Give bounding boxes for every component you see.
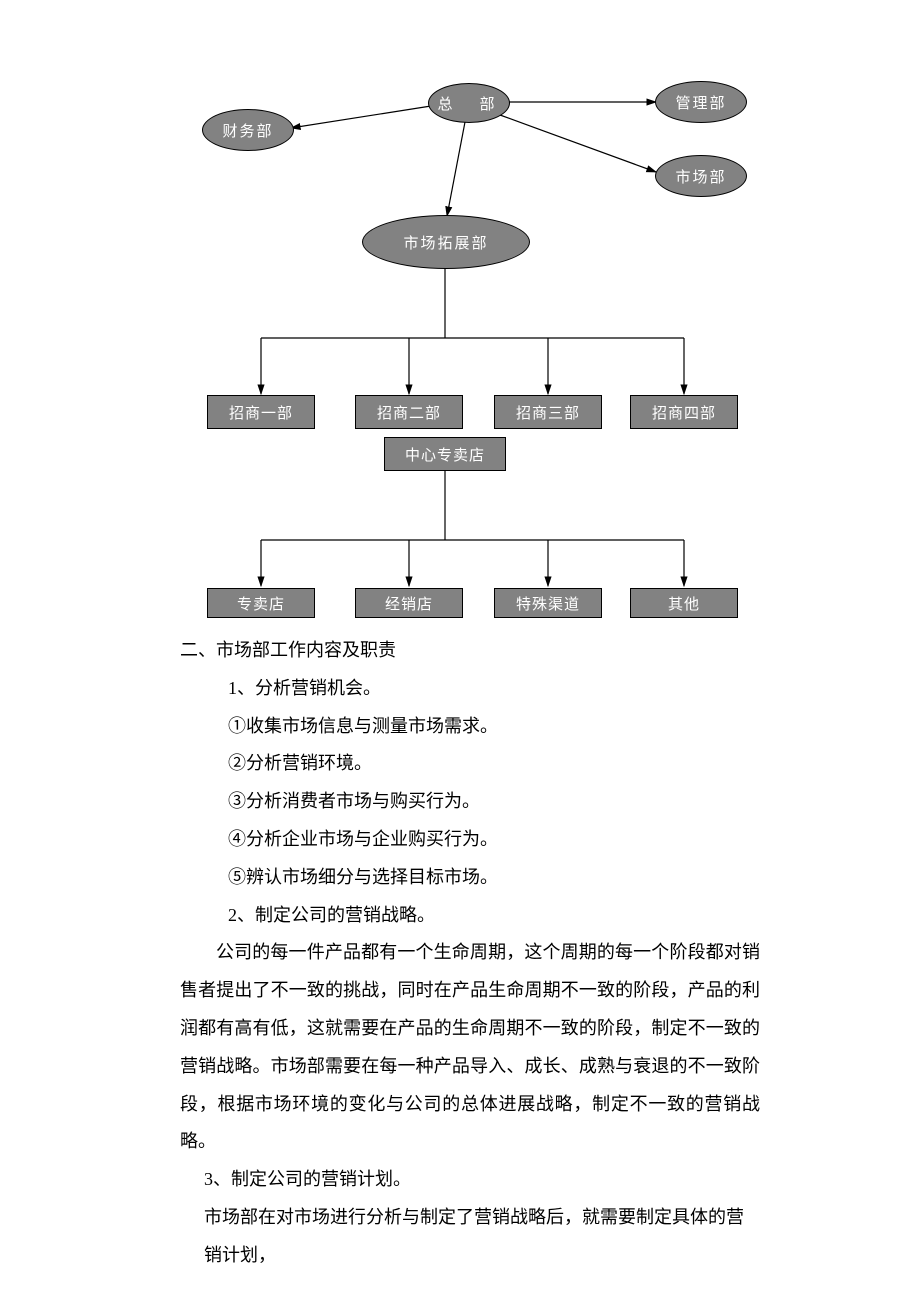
node-other: 其他 (630, 588, 738, 618)
item-3: 3、制定公司的营销计划。 (204, 1161, 760, 1199)
node-market: 市场部 (655, 155, 747, 197)
item-1-1: ①收集市场信息与测量市场需求。 (228, 708, 760, 746)
item-1-2: ②分析营销环境。 (228, 745, 760, 783)
item-2: 2、制定公司的营销战略。 (228, 897, 760, 935)
item-1-5: ⑤辨认市场细分与选择目标市场。 (228, 859, 760, 897)
item-1-4: ④分析企业市场与企业购买行为。 (228, 821, 760, 859)
paragraph-3: 市场部在对市场进行分析与制定了营销战略后，就需要制定具体的营销计划， (204, 1199, 760, 1275)
node-shop: 专卖店 (207, 588, 315, 618)
item-1-3: ③分析消费者市场与购买行为。 (228, 783, 760, 821)
node-special: 特殊渠道 (494, 588, 602, 618)
node-dealer: 经销店 (355, 588, 463, 618)
node-hq: 总 部 (428, 83, 510, 123)
body-text: 二、市场部工作内容及职责 1、分析营销机会。 ①收集市场信息与测量市场需求。 ②… (180, 632, 760, 1275)
node-center-store: 中心专卖店 (384, 437, 506, 471)
node-zs4: 招商四部 (630, 395, 738, 429)
item-1: 1、分析营销机会。 (228, 670, 760, 708)
node-expand: 市场拓展部 (362, 215, 530, 269)
node-zs2: 招商二部 (355, 395, 463, 429)
node-mgmt: 管理部 (655, 81, 747, 123)
paragraph-2: 公司的每一件产品都有一个生命周期，这个周期的每一个阶段都对销售者提出了不一致的挑… (180, 934, 760, 1161)
node-zs1: 招商一部 (207, 395, 315, 429)
node-finance: 财务部 (202, 109, 294, 151)
node-zs3: 招商三部 (494, 395, 602, 429)
section-heading: 二、市场部工作内容及职责 (180, 632, 760, 670)
org-chart-diagram: 总 部 财务部 管理部 市场部 市场拓展部 招商一部 招商二部 招商三部 招商四… (0, 0, 920, 630)
